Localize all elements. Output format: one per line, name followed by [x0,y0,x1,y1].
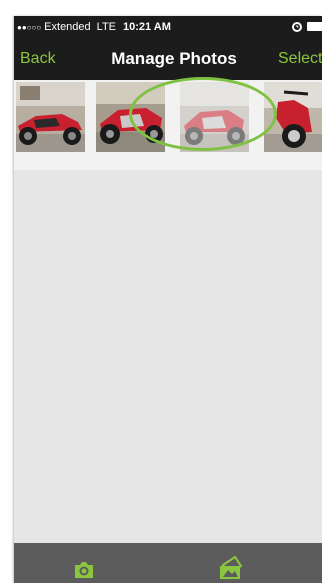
network-type: LTE [96,21,117,33]
battery-icon [307,22,322,31]
camera-icon[interactable] [73,560,95,578]
selection-highlight-circle [129,77,277,151]
bottom-toolbar [14,543,322,583]
status-bar: ●●○○○ Extended LTE 10:21 AM [14,16,322,38]
status-time: 10:21 AM [123,21,171,33]
signal-strength: ●●○○○ [17,22,42,32]
photo-library-icon[interactable] [219,555,243,579]
carrier-name: Extended [44,21,91,33]
select-button[interactable]: Select [278,50,322,68]
page-title: Manage Photos [111,49,237,68]
photo-thumbnail-1[interactable] [16,82,85,152]
navigation-bar: Back Manage Photos Select [14,38,322,80]
alarm-icon [292,22,302,32]
